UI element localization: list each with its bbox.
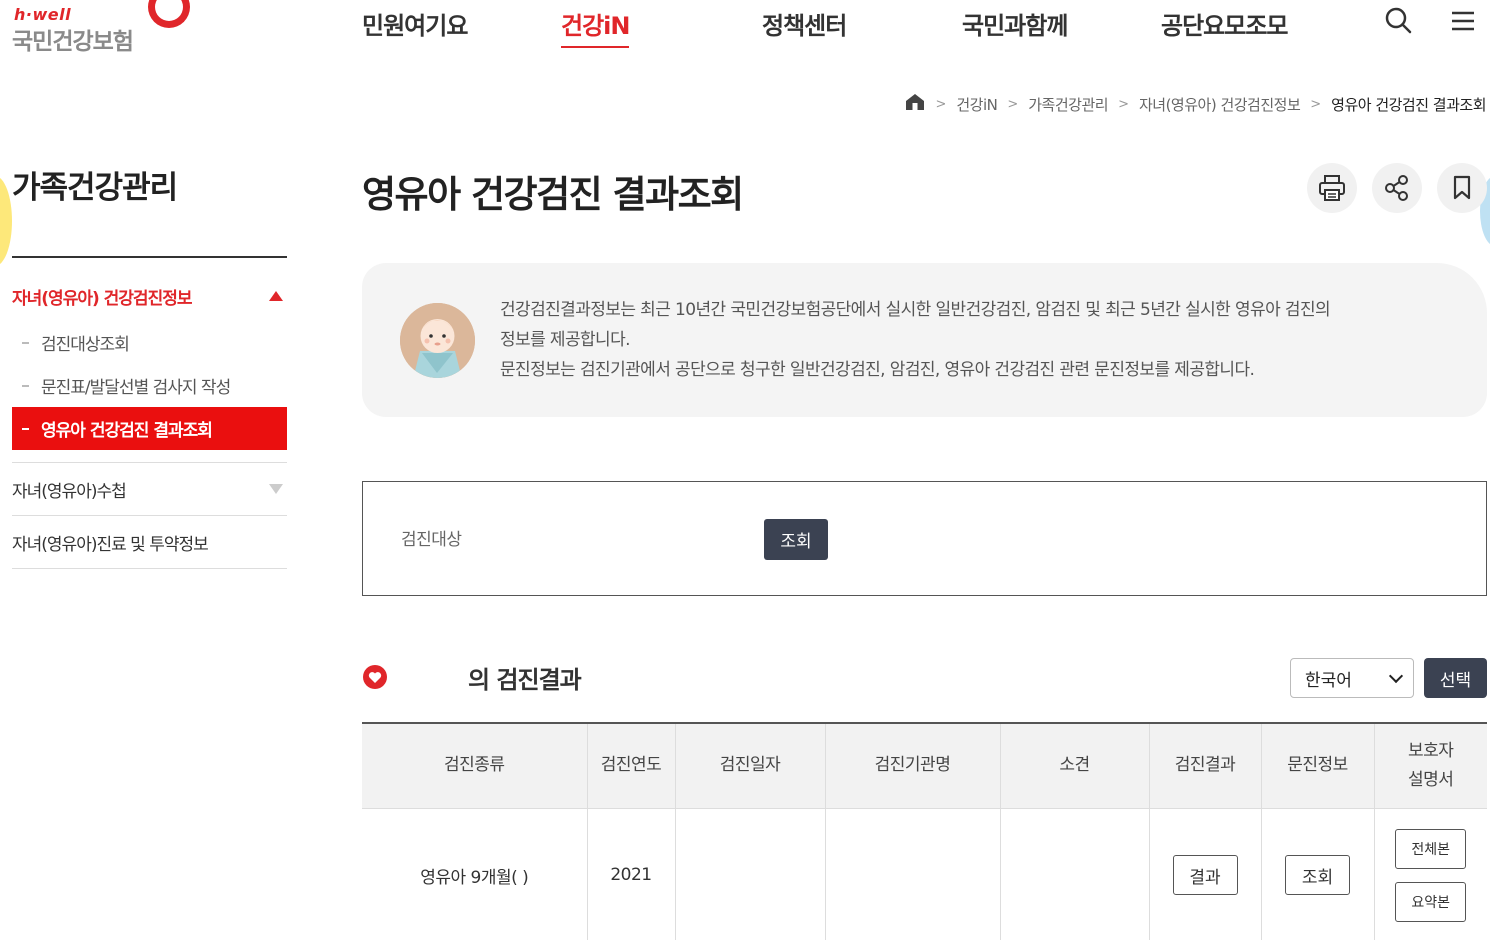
language-select[interactable]: 한국어 [1290,658,1414,698]
sidebar-menu: 자녀(영유아) 건강검진정보 검진대상조회 문진표/발달선별 검사지 작성 영유… [12,276,287,569]
info-line: 건강검진결과정보는 최근 10년간 국민건강보험공단에서 실시한 일반건강검진,… [500,300,1331,320]
sidebar-item-label: 문진표/발달선별 검사지 작성 [41,378,231,398]
baby-avatar-icon [400,303,475,378]
cell-result: 결과 [1149,807,1262,940]
heart-icon [362,664,388,690]
chevron-right-icon: > [1118,96,1129,112]
results-table: 검진종류 검진연도 검진일자 검진기관명 소견 검진결과 문진정보 보호자 설명… [362,722,1487,940]
chevron-right-icon: > [935,96,947,112]
global-nav: 민원여기요 건강iN 정책센터 국민과함께 공단요모조모 [0,0,1490,50]
breadcrumb-current: 영유아 건강검진 결과조회 [1331,95,1486,114]
bookmark-icon [1453,175,1471,200]
sidebar-divider [12,256,287,258]
column-header: 검진종류 [362,722,588,808]
inquiry-button[interactable]: 조회 [1285,855,1350,896]
cell-guardian-guide: 전체본 요약본 [1374,807,1487,940]
nav-item-policy[interactable]: 정책센터 [762,6,847,41]
sidebar-item-target-check[interactable]: 검진대상조회 [12,321,287,364]
column-header: 검진연도 [587,722,676,808]
share-button[interactable] [1372,163,1422,213]
column-header-line: 설명서 [1408,769,1454,790]
search-target-label: 검진대상 [401,530,462,550]
sidebar-item-result-lookup[interactable]: 영유아 건강검진 결과조회 [12,407,287,450]
nav-item-together[interactable]: 국민과함께 [962,6,1068,41]
column-header: 검진일자 [675,722,826,808]
results-title: 의 검진결과 [468,666,582,694]
print-icon [1319,175,1345,201]
breadcrumb-item[interactable]: 건강iN [956,94,998,115]
column-header: 검진기관명 [825,722,1001,808]
menu-icon[interactable] [1449,6,1479,36]
sidebar-section-label: 자녀(영유아)수첩 [12,481,127,502]
sidebar-item-label: 검진대상조회 [41,335,130,355]
sidebar-item-questionnaire[interactable]: 문진표/발달선별 검사지 작성 [12,364,287,407]
cell-institution [825,807,1001,940]
result-button[interactable]: 결과 [1172,855,1238,896]
column-header-line: 보호자 [1408,740,1454,761]
cell-opinion [1000,807,1150,940]
table-row: 영유아 9개월( ) 2021 결과 조회 전체본 요약본 [362,807,1487,940]
sidebar-section-label: 자녀(영유아)진료 및 투약정보 [12,534,209,555]
search-button[interactable]: 조회 [764,519,828,560]
guide-full-button[interactable]: 전체본 [1395,828,1467,869]
table-header-row: 검진종류 검진연도 검진일자 검진기관명 소견 검진결과 문진정보 보호자 설명… [362,722,1487,808]
bookmark-button[interactable] [1437,163,1487,213]
sidebar-title: 가족건강관리 [12,170,178,206]
nav-item-health-in[interactable]: 건강iN [561,6,630,48]
sidebar-section-child-handbook[interactable]: 자녀(영유아)수첩 [12,463,287,516]
guide-summary-button[interactable]: 요약본 [1395,881,1467,922]
print-button[interactable] [1307,163,1357,213]
column-header: 소견 [1000,722,1150,808]
cell-checkup-type: 영유아 9개월( ) [362,807,588,940]
dash-icon [22,384,29,387]
share-icon [1385,175,1408,201]
nav-item-civil[interactable]: 민원여기요 [362,6,468,41]
breadcrumb-item[interactable]: 자녀(영유아) 건강검진정보 [1139,94,1301,115]
sidebar-section-child-treatment[interactable]: 자녀(영유아)진료 및 투약정보 [12,516,287,569]
column-header: 문진정보 [1261,722,1375,808]
cell-checkup-year: 2021 [587,807,676,940]
sidebar-section-label: 자녀(영유아) 건강검진정보 [12,288,192,309]
chevron-right-icon: > [1007,96,1019,112]
chevron-right-icon: > [1310,96,1322,112]
chevron-down-icon [1388,668,1404,684]
page-title: 영유아 건강검진 결과조회 [362,173,744,216]
dash-icon [22,427,29,430]
search-icon[interactable] [1384,6,1414,36]
language-apply-button[interactable]: 선택 [1424,658,1487,698]
caret-up-icon [269,291,283,301]
decorative-circle [0,176,12,266]
column-header: 검진결과 [1149,722,1262,808]
breadcrumb-item[interactable]: 가족건강관리 [1028,94,1108,115]
column-header: 보호자 설명서 [1374,722,1487,808]
caret-down-icon [269,484,283,494]
breadcrumb: > 건강iN > 가족건강관리 > 자녀(영유아) 건강검진정보 > 영유아 건… [905,92,1486,116]
search-panel: 검진대상 조회 [362,481,1487,596]
info-text: 건강검진결과정보는 최근 10년간 국민건강보험공단에서 실시한 일반건강검진,… [500,295,1331,385]
info-line: 정보를 제공합니다. [500,330,631,350]
sidebar-section-checkup-info[interactable]: 자녀(영유아) 건강검진정보 [12,276,287,316]
home-icon[interactable] [905,93,925,115]
nav-item-about[interactable]: 공단요모조모 [1161,6,1288,41]
info-box: 건강검진결과정보는 최근 10년간 국민건강보험공단에서 실시한 일반건강검진,… [362,263,1487,417]
language-selected-value: 한국어 [1305,670,1352,691]
info-line: 문진정보는 검진기관에서 공단으로 청구한 일반건강검진, 암검진, 영유아 건… [500,360,1255,380]
cell-inquiry: 조회 [1261,807,1375,940]
sidebar-item-label: 영유아 건강검진 결과조회 [41,421,213,441]
cell-checkup-date [675,807,826,940]
dash-icon [22,341,29,344]
